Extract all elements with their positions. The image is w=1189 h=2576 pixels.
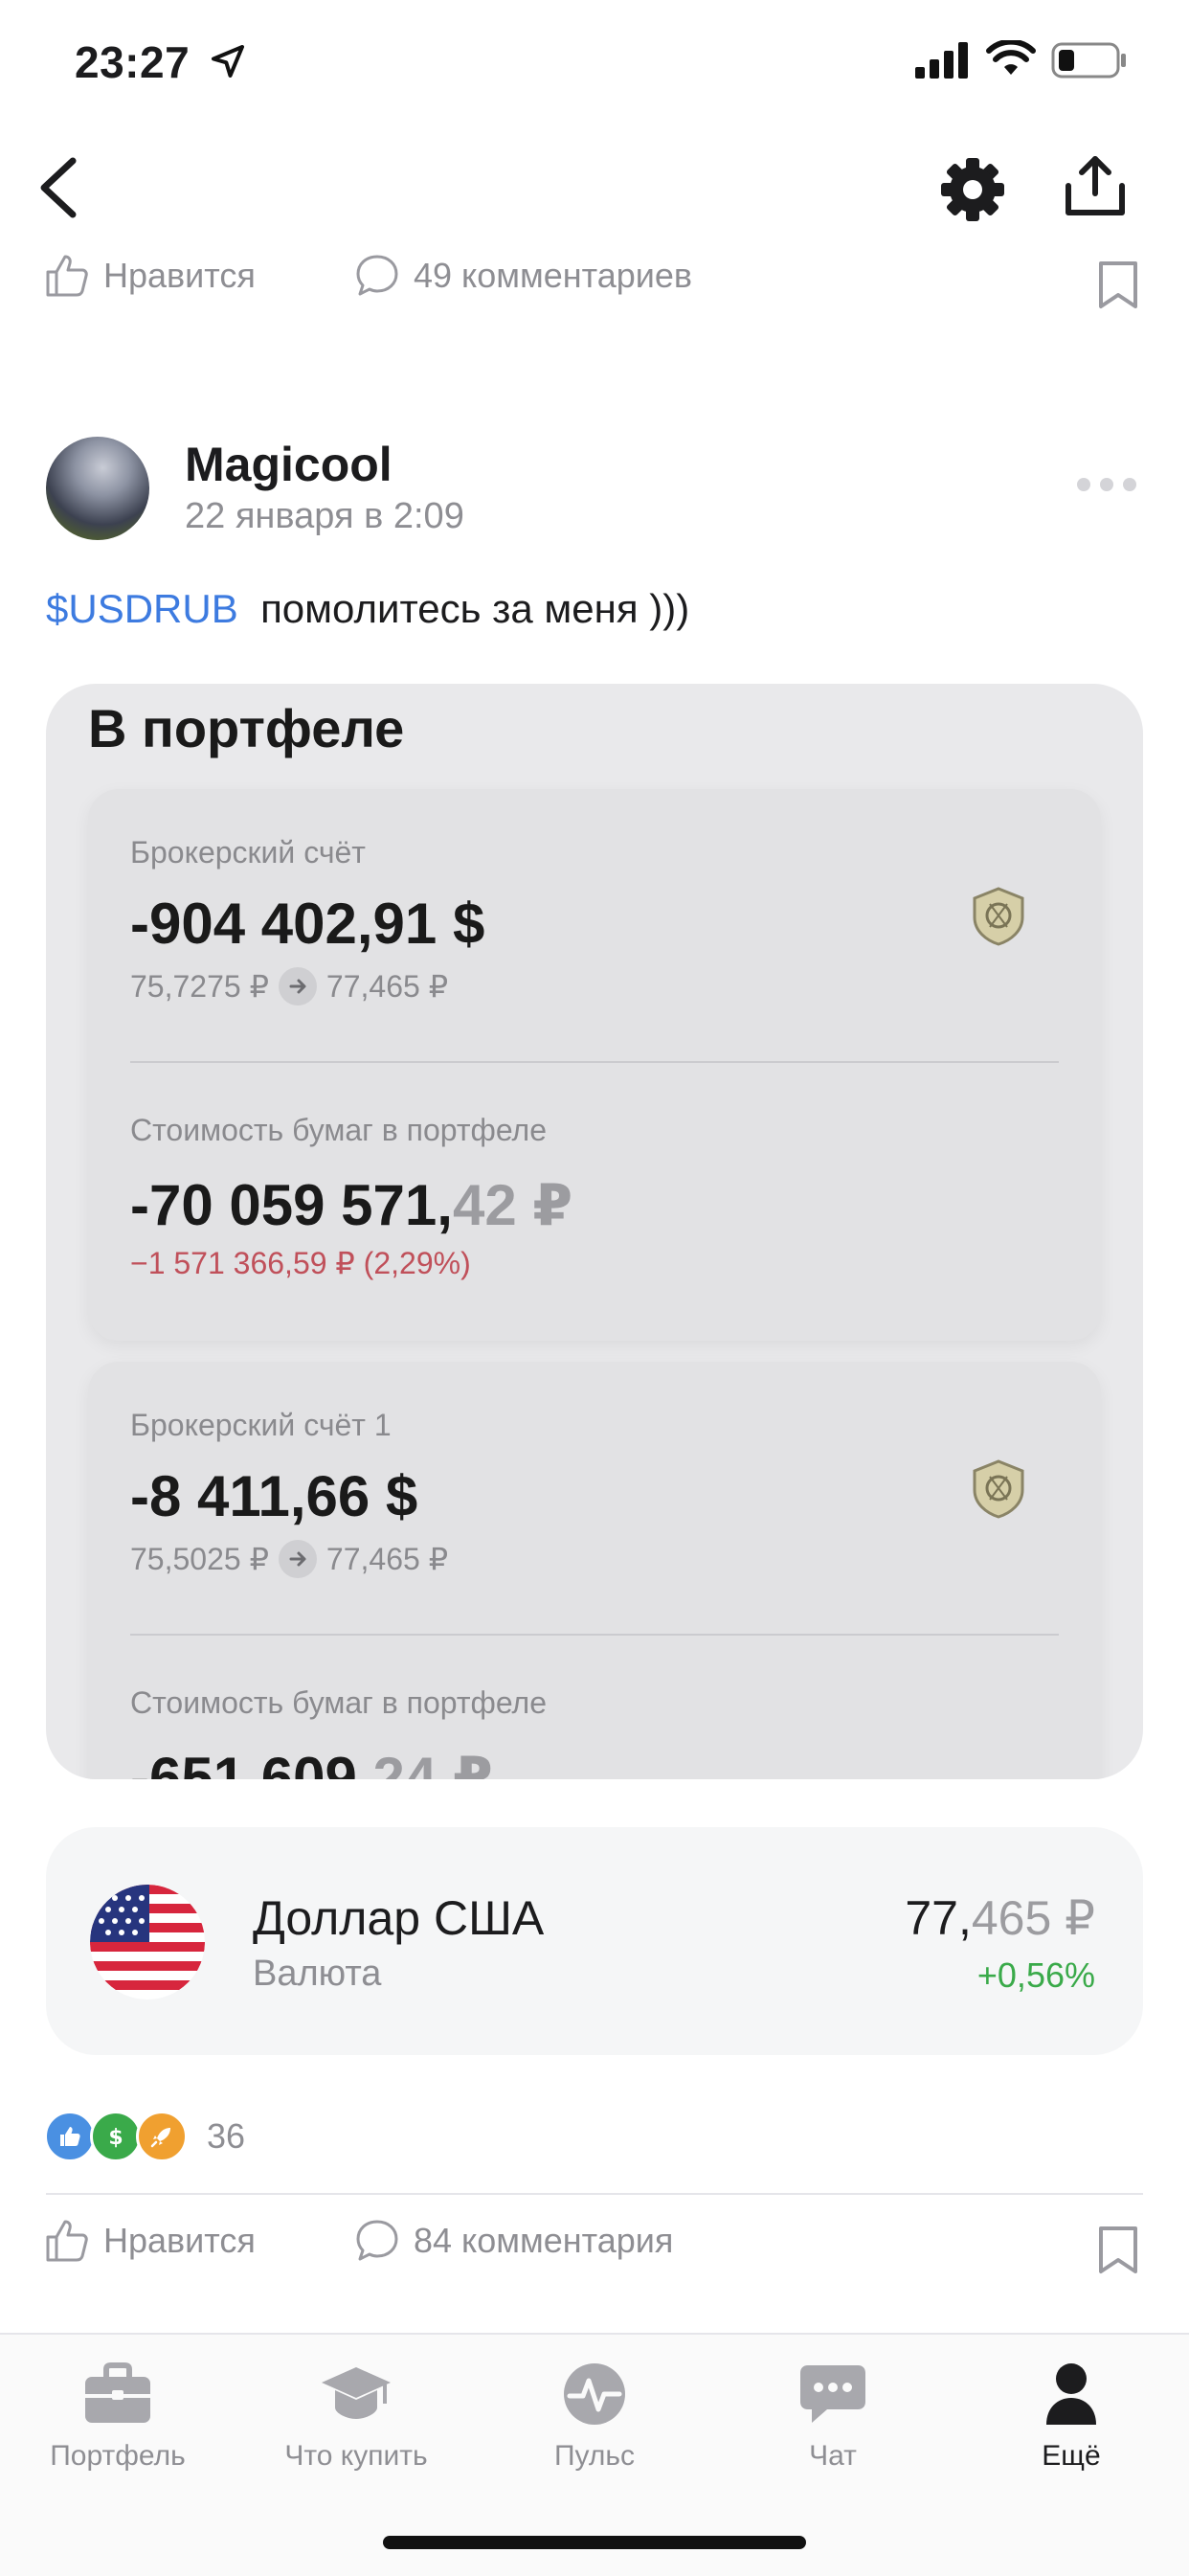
person-icon [1046,2363,1096,2425]
securities-label: Стоимость бумаг в портфеле [130,1685,548,1720]
securities-value: -651 609,24 ₽ [130,1745,493,1779]
tab-label: Что купить [284,2440,428,2472]
bank-emblem-icon [973,887,1024,946]
cellular-signal-icon [915,42,968,79]
currency-card[interactable]: Доллар США Валюта 77,465 ₽ +0,56% [46,1827,1143,2055]
post-text: $USDRUB помолитесь за меня ))) [46,586,689,632]
currency-change: +0,56% [976,1955,1095,1995]
securities-value-frac: 42 ₽ [452,1173,573,1237]
securities-value-frac: 24 ₽ [372,1746,493,1779]
divider [130,1061,1059,1063]
pulse-icon [564,2363,625,2425]
account-balance: -904 402,91 $ [130,892,485,956]
tab-pulse[interactable]: Пульс [480,2358,709,2473]
account-card: Брокерский счёт 1 -8 411,66 $ 75,5025 ₽ … [88,1362,1101,1779]
account-name: Брокерский счёт [130,835,366,870]
comments-button[interactable]: 84 комментария [354,2218,673,2264]
briefcase-icon [85,2362,150,2423]
like-label: Нравится [103,2221,256,2260]
tab-chat[interactable]: Чат [718,2358,948,2473]
rocket-icon [136,2111,188,2162]
svg-text:$: $ [108,2126,123,2149]
comments-label: 49 комментариев [414,256,693,295]
currency-price: 77,465 ₽ [905,1890,1095,1946]
dollar-icon: $ [90,2111,142,2162]
separator [46,2193,1143,2195]
bookmark-icon[interactable] [1097,260,1139,310]
back-chevron-icon[interactable] [31,153,88,222]
securities-label: Стоимость бумаг в портфеле [130,1113,548,1147]
reactions-count: 36 [207,2116,246,2156]
ticker-link[interactable]: $USDRUB [46,586,238,631]
bank-emblem-icon [973,1459,1024,1519]
gear-icon[interactable] [936,153,1009,226]
status-time: 23:27 [75,37,191,87]
tab-what-to-buy[interactable]: Что купить [241,2358,471,2473]
divider [130,1634,1059,1636]
battery-icon [1051,42,1126,79]
home-indicator[interactable] [383,2536,806,2549]
securities-value: -70 059 571,42 ₽ [130,1172,572,1239]
tab-portfolio[interactable]: Портфель [3,2358,233,2473]
post-date: 22 января в 2:09 [185,496,464,536]
bookmark-icon[interactable] [1097,2226,1139,2275]
graduation-cap-icon [322,2367,391,2419]
securities-value-int: -70 059 571, [130,1173,453,1237]
rate-to: 77,465 ₽ [325,969,449,1004]
account-balance: -8 411,66 $ [130,1464,418,1528]
tab-label: Чат [809,2440,857,2472]
like-label: Нравится [103,256,256,295]
tab-label: Пульс [553,2440,636,2472]
portfolio-screenshot[interactable]: В портфеле Брокерский счёт -904 402,91 $… [46,684,1143,1779]
comments-button[interactable]: 49 комментариев [354,253,692,299]
currency-type: Валюта [253,1954,382,1994]
arrow-right-icon [278,967,317,1006]
reactions-summary[interactable]: $ 36 [44,2111,245,2162]
arrow-right-icon [278,1540,317,1578]
account-name: Брокерский счёт 1 [130,1408,392,1442]
account-card: Брокерский счёт -904 402,91 $ 75,7275 ₽ … [88,789,1101,1341]
chat-bubble-icon [800,2365,865,2423]
securities-change: −1 571 366,59 ₽ (2,29%) [130,1246,471,1280]
us-flag-icon [90,1885,205,2000]
post-actions-top: Нравится 49 комментариев [0,253,1189,320]
exchange-rate-row: 75,5025 ₽ 77,465 ₽ [130,1540,448,1578]
location-arrow-icon [212,45,244,78]
currency-name: Доллар США [253,1891,545,1945]
post-message: помолитесь за меня ))) [260,586,690,631]
screenshot-title: В портфеле [88,698,405,758]
rate-from: 75,5025 ₽ [130,1542,269,1576]
comment-bubble-icon [356,2220,398,2261]
comment-bubble-icon [356,255,398,296]
thumbs-up-icon [44,2111,96,2162]
rate-to: 77,465 ₽ [325,1542,449,1576]
like-button[interactable]: Нравится [44,2218,256,2264]
tab-more[interactable]: Ещё [956,2358,1186,2473]
tab-label: Ещё [1042,2440,1101,2472]
tab-label: Портфель [50,2440,186,2472]
securities-value-int: -651 609, [130,1746,373,1779]
exchange-rate-row: 75,7275 ₽ 77,465 ₽ [130,967,448,1006]
rate-from: 75,7275 ₽ [130,969,269,1004]
share-icon[interactable] [1059,151,1132,224]
currency-price-int: 77, [905,1891,972,1945]
author-name[interactable]: Magicool [185,437,393,492]
post-actions-bottom: Нравится 84 комментария [0,2218,1189,2285]
thumbs-up-icon [46,2220,88,2262]
comments-label: 84 комментария [414,2221,674,2260]
more-options-icon[interactable] [1076,473,1137,496]
currency-price-frac: 465 ₽ [971,1891,1095,1945]
thumbs-up-icon [46,255,88,297]
wifi-icon [986,40,1036,75]
avatar[interactable] [46,437,149,540]
like-button[interactable]: Нравится [44,253,256,299]
